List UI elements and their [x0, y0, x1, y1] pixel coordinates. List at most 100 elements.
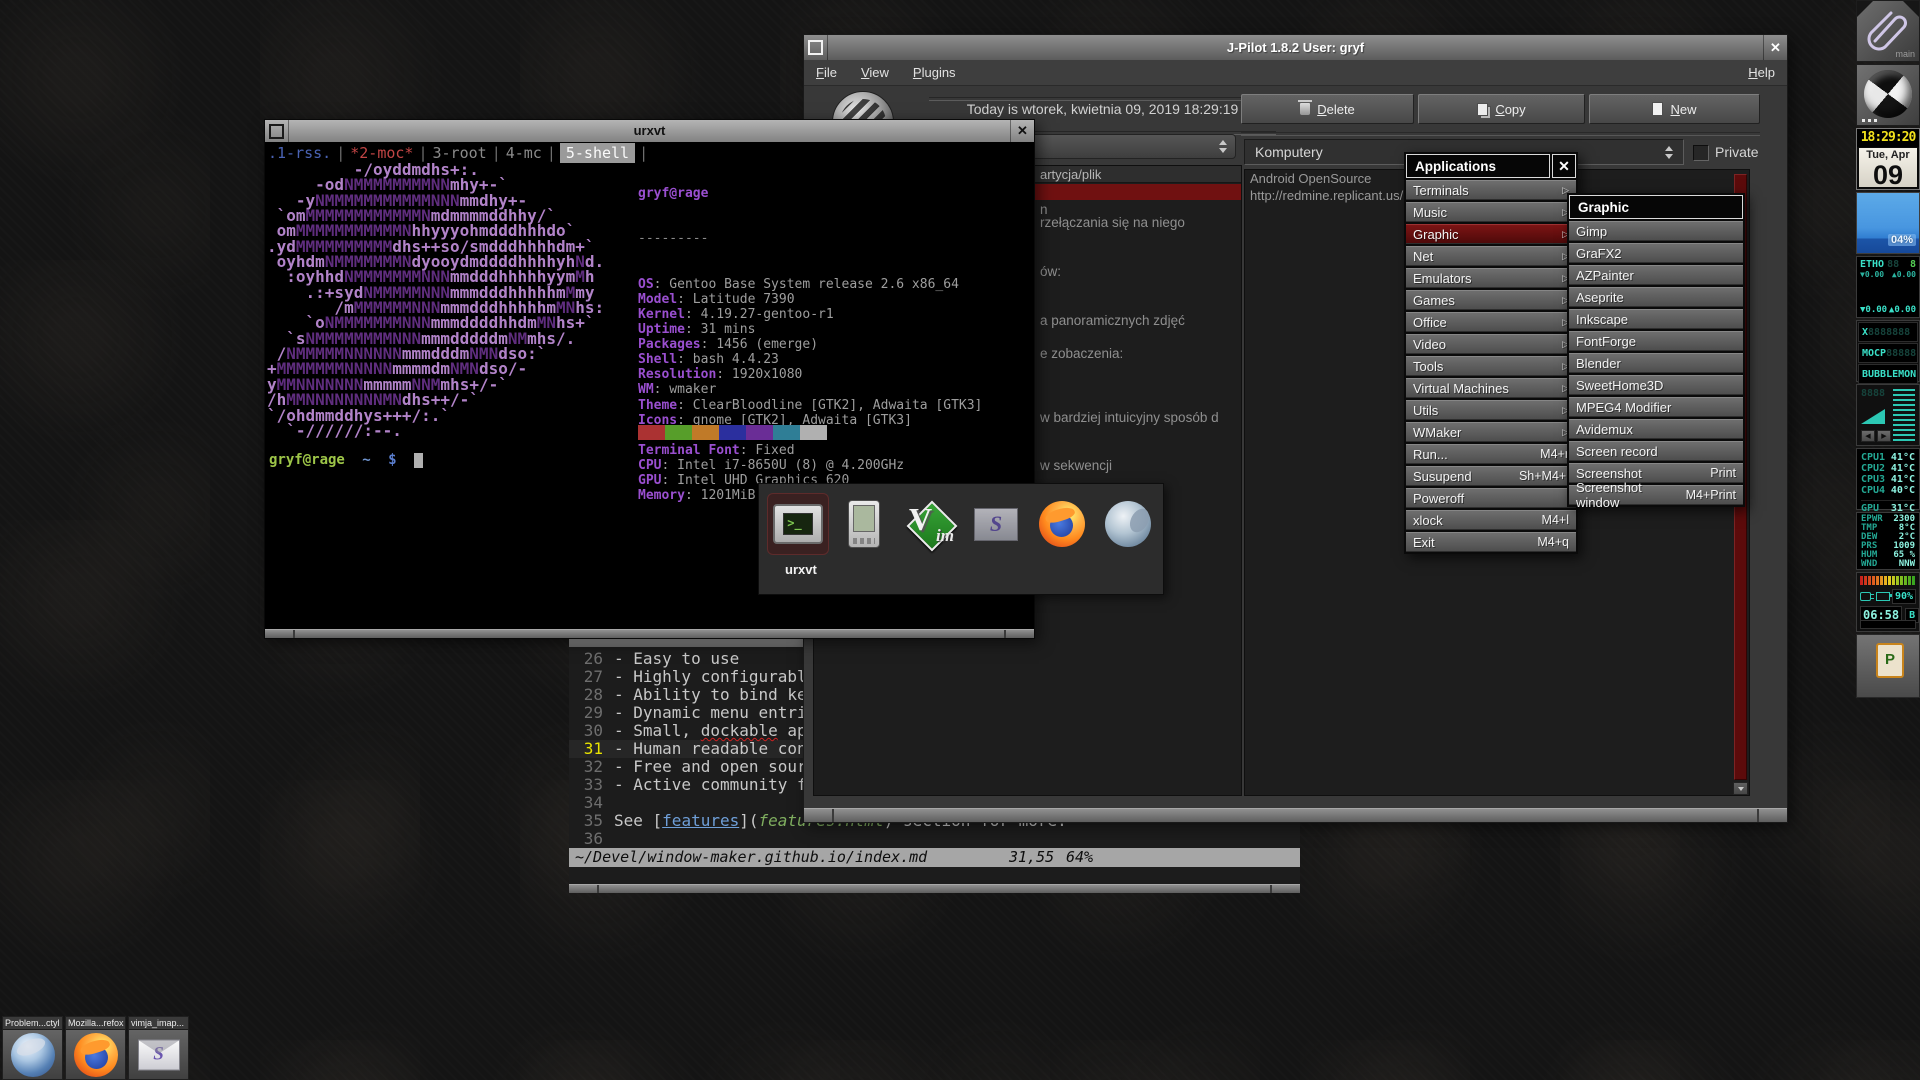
taskbar-item-vimja-imap[interactable]: vimja_imap...S: [128, 1016, 189, 1080]
submenu-item-gimp[interactable]: Gimp: [1569, 221, 1743, 241]
tmux-tab-2[interactable]: *2-moc*: [349, 144, 414, 162]
submenu-item-fontforge[interactable]: FontForge: [1569, 331, 1743, 351]
graphic-submenu-title: Graphic: [1569, 195, 1743, 219]
copy-icon: [1477, 103, 1488, 116]
line-number: 35: [569, 812, 603, 830]
taskbar-item-problem-ctyl[interactable]: Problem...ctyl: [2, 1016, 63, 1080]
switcher-icon-urxvt[interactable]: >_: [767, 493, 829, 555]
line-number: 31: [569, 740, 603, 758]
menu-item-office[interactable]: Office▷: [1406, 312, 1576, 332]
copy-button[interactable]: Copy: [1418, 94, 1585, 124]
submenu-item-screen-record[interactable]: Screen record: [1569, 441, 1743, 461]
menu-item-games[interactable]: Games▷: [1406, 290, 1576, 310]
jpilot-close-button[interactable]: ✕: [1763, 35, 1787, 60]
scrollbar-down-button[interactable]: [1733, 782, 1748, 795]
delete-button[interactable]: Delete: [1241, 94, 1414, 124]
menu-item-terminals[interactable]: Terminals▷: [1406, 180, 1576, 200]
submenu-item-aseprite[interactable]: Aseprite: [1569, 287, 1743, 307]
jpilot-miniaturize-button[interactable]: [804, 35, 828, 60]
mixer-prev-button[interactable]: ◀: [1861, 430, 1875, 442]
urxvt-resizebar[interactable]: [265, 629, 1034, 638]
dock-clock[interactable]: 18:29:20 Tue, Apr 09: [1856, 128, 1920, 190]
switcher-icon-firefox[interactable]: [1031, 493, 1093, 555]
applications-menu-title[interactable]: Applications: [1406, 154, 1550, 178]
submenu-item-sweethome3d[interactable]: SweetHome3D: [1569, 375, 1743, 395]
menu-item-poweroff[interactable]: Poweroff: [1406, 488, 1576, 508]
menu-file[interactable]: File: [816, 65, 837, 80]
neofetch-row-kernel: Kernel: 4.19.27-gentoo-r1: [638, 307, 982, 322]
dock-loadmeter[interactable]: 04%: [1856, 192, 1920, 254]
submenu-item-azpainter[interactable]: AZPainter: [1569, 265, 1743, 285]
menu-item-tools[interactable]: Tools▷: [1406, 356, 1576, 376]
jpilot-resizebar[interactable]: [804, 808, 1787, 822]
pda-icon: [848, 500, 880, 548]
mail-icon: S: [974, 508, 1018, 541]
dock-mixer[interactable]: 8888 ◀ ▶: [1856, 384, 1920, 446]
vim-resizebar[interactable]: [569, 884, 1300, 893]
tab-separator: |: [492, 144, 501, 162]
submenu-item-blender[interactable]: Blender: [1569, 353, 1743, 373]
urxvt-miniaturize-button[interactable]: [265, 120, 289, 142]
submenu-item-mpeg4-modifier[interactable]: MPEG4 Modifier: [1569, 397, 1743, 417]
dock-button-app[interactable]: [1856, 64, 1920, 126]
neofetch-underline: ---------: [638, 231, 982, 246]
text-cursor: [414, 453, 423, 468]
taskbar-item-mozilla-refox[interactable]: Mozilla...refox: [65, 1016, 126, 1080]
private-label: Private: [1715, 144, 1759, 160]
clipboard-icon: P: [1876, 643, 1904, 678]
menu-item-video[interactable]: Video▷: [1406, 334, 1576, 354]
switcher-icon-jpilot[interactable]: [833, 493, 895, 555]
net-status-digit: 8: [1910, 259, 1916, 270]
urxvt-close-button[interactable]: ✕: [1010, 120, 1034, 142]
battery-empty-display: [1860, 620, 1916, 629]
tmux-tab-4[interactable]: 4-mc: [505, 144, 543, 162]
menu-help[interactable]: Help: [1748, 65, 1775, 80]
private-checkbox[interactable]: [1693, 145, 1709, 161]
submenu-item-inkscape[interactable]: Inkscape: [1569, 309, 1743, 329]
dock-weather[interactable]: EPWR2300TMP8°CDEW2°CPRS1009HUM65 %WNDNNW: [1856, 512, 1920, 570]
menu-item-emulators[interactable]: Emulators▷: [1406, 268, 1576, 288]
miniwindow-title: Problem...ctyl: [3, 1017, 62, 1030]
dock-cpu-temps[interactable]: CPU141°CCPU241°CCPU341°CCPU440°CGPU31°C: [1856, 448, 1920, 510]
menu-item-virtual-machines[interactable]: Virtual Machines▷: [1406, 378, 1576, 398]
jpilot-titlebar[interactable]: J-Pilot 1.8.2 User: gryf ✕: [804, 35, 1787, 60]
dock-net-monitor[interactable]: ETHO 88 8 ▼0.00▲0.00 ▼0.00▲0.00: [1856, 256, 1920, 318]
menu-item-graphic[interactable]: Graphic▷: [1406, 224, 1576, 244]
minimized-windows: Problem...ctylMozilla...refoxvimja_imap.…: [2, 1016, 189, 1080]
net-rate: ▲0.00: [1889, 305, 1916, 315]
today-text: Today is wtorek, kwietnia 09, 2019 18:29…: [929, 101, 1276, 117]
tmux-tab-5[interactable]: 5-shell: [560, 143, 635, 163]
net-rates-bottom: ▼0.00▲0.00: [1857, 305, 1919, 315]
submenu-item-grafx2[interactable]: GraFX2: [1569, 243, 1743, 263]
tmux-tab-1[interactable]: .1-rss.: [267, 144, 332, 162]
menu-item-wmaker[interactable]: WMaker▷: [1406, 422, 1576, 442]
menu-item-xlock[interactable]: xlockM4+l: [1406, 510, 1576, 530]
switcher-icon-firefox-old[interactable]: [1097, 493, 1159, 555]
category-value: Komputery: [1255, 144, 1323, 160]
switcher-icon-mail[interactable]: S: [965, 493, 1027, 555]
submenu-item-avidemux[interactable]: Avidemux: [1569, 419, 1743, 439]
menu-close-button[interactable]: ✕: [1552, 154, 1576, 178]
menu-item-exit[interactable]: ExitM4+q: [1406, 532, 1576, 552]
dock-clip[interactable]: main: [1856, 0, 1920, 62]
menu-item-susupend[interactable]: SusupendSh+M4+l: [1406, 466, 1576, 486]
switcher-icon-vim[interactable]: Vim: [899, 493, 961, 555]
menu-item-run[interactable]: Run...M4+r: [1406, 444, 1576, 464]
menu-item-net[interactable]: Net▷: [1406, 246, 1576, 266]
tmux-tab-3[interactable]: 3-root: [432, 144, 488, 162]
miniwindow-title: vimja_imap...: [129, 1017, 188, 1030]
dock-lcd-display[interactable]: X8888888MOCP88888BUBBLEMON: [1856, 320, 1920, 382]
dock-battery[interactable]: 90% 06:58 B: [1856, 572, 1920, 632]
mixer-next-button[interactable]: ▶: [1877, 430, 1891, 442]
new-button[interactable]: New: [1589, 94, 1760, 124]
menu-item-utils[interactable]: Utils▷: [1406, 400, 1576, 420]
menu-plugins[interactable]: Plugins: [913, 65, 956, 80]
dock-clipboard-manager[interactable]: P: [1856, 634, 1920, 698]
submenu-item-screenshot-window[interactable]: Screenshot windowM4+Print: [1569, 485, 1743, 505]
urxvt-titlebar[interactable]: urxvt ✕: [265, 120, 1034, 142]
menu-view[interactable]: View: [861, 65, 889, 80]
net-rate: ▲0.00: [1892, 270, 1916, 279]
menu-item-music[interactable]: Music▷: [1406, 202, 1576, 222]
palette-swatch-2: [692, 425, 719, 440]
line-number: 27: [569, 668, 603, 686]
